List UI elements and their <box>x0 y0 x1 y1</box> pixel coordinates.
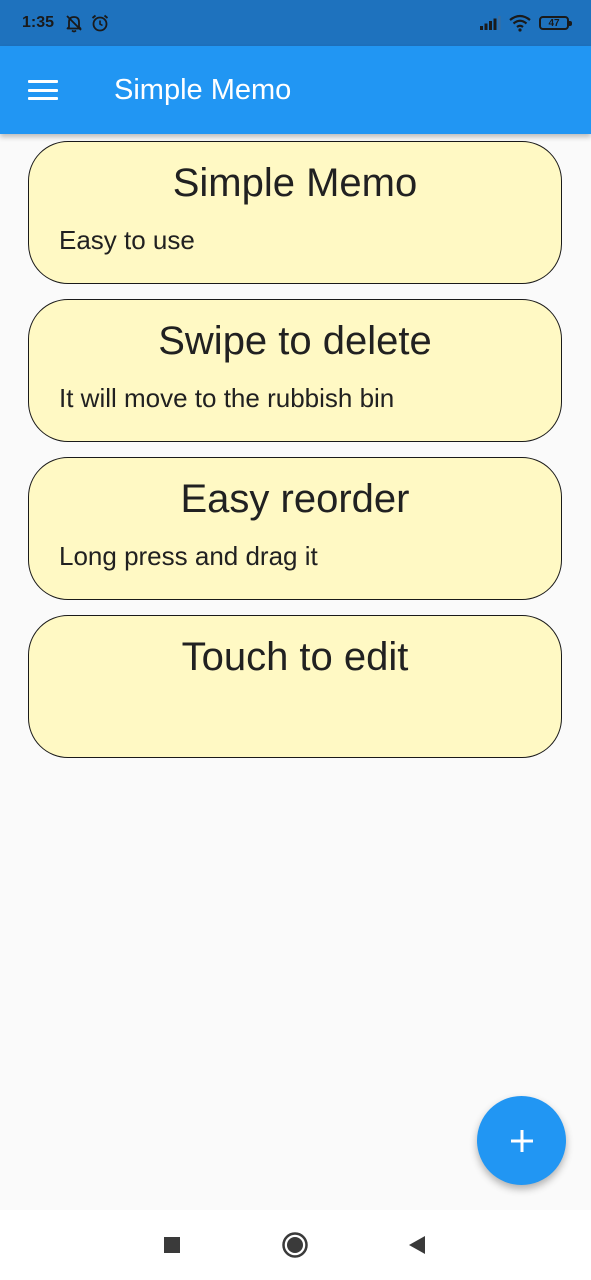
home-circle-icon <box>282 1232 308 1258</box>
bell-off-icon <box>66 15 82 33</box>
app-bar: Simple Memo <box>0 46 591 134</box>
system-nav-bar <box>0 1210 591 1280</box>
wifi-icon <box>509 14 531 32</box>
memo-card[interactable]: Touch to edit <box>28 615 562 758</box>
hamburger-menu-icon <box>28 80 58 100</box>
status-notification-icons <box>64 13 110 33</box>
battery-level: 47 <box>548 17 560 29</box>
status-bar: 1:35 47 <box>0 0 591 46</box>
alarm-clock-icon <box>91 14 109 32</box>
memo-list: Simple Memo Easy to use Swipe to delete … <box>28 141 562 773</box>
back-triangle-icon <box>409 1236 425 1254</box>
memo-title: Touch to edit <box>181 635 409 679</box>
battery-icon: 47 <box>539 16 572 30</box>
memo-card[interactable]: Simple Memo Easy to use <box>28 141 562 284</box>
memo-title: Easy reorder <box>180 477 410 521</box>
home-button[interactable] <box>273 1223 317 1267</box>
memo-body: Long press and drag it <box>59 541 318 571</box>
memo-body: It will move to the rubbish bin <box>59 383 395 413</box>
recents-square-icon <box>164 1237 180 1253</box>
memo-title: Swipe to delete <box>158 319 432 363</box>
add-memo-button[interactable] <box>477 1096 566 1185</box>
memo-card[interactable]: Swipe to delete It will move to the rubb… <box>28 299 562 442</box>
memo-title: Simple Memo <box>172 161 418 205</box>
plus-icon <box>510 1129 533 1152</box>
memo-body: Easy to use <box>59 225 195 255</box>
menu-button[interactable] <box>0 46 88 134</box>
status-system-icons: 47 <box>479 14 572 32</box>
recents-button[interactable] <box>150 1223 194 1267</box>
status-time: 1:35 <box>22 14 55 31</box>
back-button[interactable] <box>395 1223 439 1267</box>
app-title: Simple Memo <box>114 73 292 106</box>
memo-card[interactable]: Easy reorder Long press and drag it <box>28 457 562 600</box>
signal-icon <box>480 16 501 30</box>
